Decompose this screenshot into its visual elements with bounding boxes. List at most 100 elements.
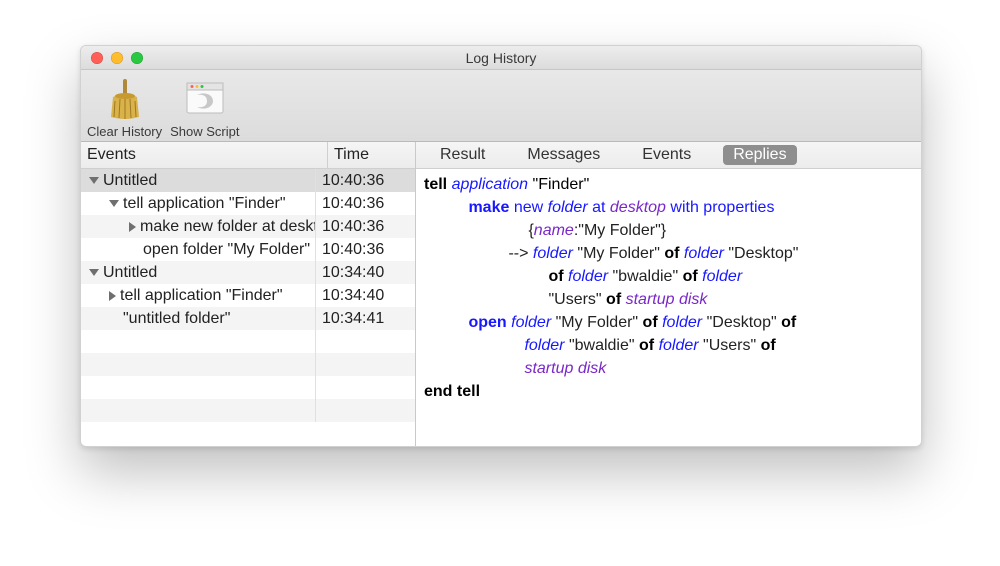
table-row[interactable]: Untitled 10:40:36 xyxy=(81,169,415,192)
row-time: 10:40:36 xyxy=(316,169,415,192)
class-folder-7: folder xyxy=(662,314,702,331)
row-time xyxy=(316,376,415,399)
detail-pane: Result Messages Events Replies tell appl… xyxy=(416,142,921,446)
cmd-make: make xyxy=(468,199,509,216)
class-folder-3: folder xyxy=(684,245,724,262)
kw-of-3: of xyxy=(683,268,698,285)
row-label: open folder "My Folder" xyxy=(143,238,310,261)
str-myfolder-2: "My Folder" xyxy=(556,314,643,331)
table-row[interactable] xyxy=(81,353,415,376)
show-script-label: Show Script xyxy=(170,124,239,139)
class-folder-2: folder xyxy=(533,245,573,262)
kw-of-8: of xyxy=(761,337,776,354)
prop-desktop: desktop xyxy=(610,199,666,216)
row-time: 10:40:36 xyxy=(316,238,415,261)
table-row[interactable]: Untitled 10:34:40 xyxy=(81,261,415,284)
prop-startup-disk-2: startup disk xyxy=(524,360,606,377)
chevron-right-icon[interactable] xyxy=(129,222,136,232)
class-folder: folder xyxy=(548,199,588,216)
kw-of-6: of xyxy=(781,314,796,331)
detail-tabs: Result Messages Events Replies xyxy=(416,142,921,169)
row-label: Untitled xyxy=(103,261,157,284)
chevron-down-icon[interactable] xyxy=(89,269,99,276)
events-pane: Events Time Untitled10:40:36tell applica… xyxy=(81,142,416,446)
table-row[interactable] xyxy=(81,399,415,422)
kw-end-tell: end tell xyxy=(424,383,480,400)
column-headers: Events Time xyxy=(81,142,415,169)
kw-of-4: of xyxy=(606,291,621,308)
tab-messages[interactable]: Messages xyxy=(517,145,610,165)
class-folder-8: folder xyxy=(524,337,564,354)
colon-myfolder: :"My Folder"} xyxy=(574,222,666,239)
row-label: make new folder at desktop xyxy=(140,215,316,238)
table-row[interactable] xyxy=(81,376,415,399)
str-users: "Users" xyxy=(548,291,606,308)
events-column-header[interactable]: Events xyxy=(81,142,328,168)
zoom-icon[interactable] xyxy=(131,52,143,64)
clear-history-label: Clear History xyxy=(87,124,162,139)
events-tree[interactable]: Untitled10:40:36tell application "Finder… xyxy=(81,169,415,446)
titlebar: Log History xyxy=(81,46,921,70)
tab-result[interactable]: Result xyxy=(430,145,495,165)
window-title: Log History xyxy=(81,50,921,66)
table-row[interactable]: open folder "My Folder" 10:40:36 xyxy=(81,238,415,261)
kw-tell: tell xyxy=(424,176,447,193)
time-column-header[interactable]: Time xyxy=(328,142,415,168)
str-bwaldie: "bwaldie" xyxy=(613,268,683,285)
prop-startup-disk: startup disk xyxy=(626,291,708,308)
table-row[interactable]: make new folder at desktop10:40:36 xyxy=(81,215,415,238)
row-label: tell application "Finder" xyxy=(120,284,283,307)
chevron-right-icon[interactable] xyxy=(109,291,116,301)
row-time: 10:40:36 xyxy=(316,215,415,238)
row-time xyxy=(316,330,415,353)
show-script-button[interactable]: Show Script xyxy=(170,74,239,139)
class-folder-4: folder xyxy=(568,268,608,285)
reply-arrow: --> xyxy=(508,245,532,262)
window-controls xyxy=(81,52,143,64)
appword-at: at xyxy=(592,199,610,216)
row-label: Untitled xyxy=(103,169,157,192)
table-row[interactable] xyxy=(81,330,415,353)
appword-new: new xyxy=(514,199,548,216)
str-finder: "Finder" xyxy=(533,176,590,193)
kw-of-7: of xyxy=(639,337,654,354)
close-icon[interactable] xyxy=(91,52,103,64)
clear-history-button[interactable]: Clear History xyxy=(87,74,162,139)
str-desktop: "Desktop" xyxy=(728,245,798,262)
kw-of-1: of xyxy=(664,245,679,262)
chevron-down-icon[interactable] xyxy=(109,200,119,207)
row-time: 10:34:40 xyxy=(316,284,415,307)
class-folder-6: folder xyxy=(511,314,551,331)
appword-application: application xyxy=(452,176,529,193)
table-row[interactable]: tell application "Finder" 10:40:36 xyxy=(81,192,415,215)
table-row[interactable]: "untitled folder" 10:34:41 xyxy=(81,307,415,330)
row-time: 10:40:36 xyxy=(316,192,415,215)
script-output[interactable]: tell application "Finder" make new folde… xyxy=(416,169,921,446)
script-window-icon xyxy=(180,74,230,124)
log-history-window: Log History Clear History xyxy=(80,45,922,447)
str-desktop-2: "Desktop" xyxy=(707,314,782,331)
class-folder-5: folder xyxy=(702,268,742,285)
row-time: 10:34:41 xyxy=(316,307,415,330)
cmd-open: open xyxy=(468,314,506,331)
chevron-down-icon[interactable] xyxy=(89,177,99,184)
table-row[interactable]: tell application "Finder" 10:34:40 xyxy=(81,284,415,307)
row-time xyxy=(316,353,415,376)
prop-name: name xyxy=(534,222,574,239)
class-folder-9: folder xyxy=(659,337,699,354)
toolbar: Clear History Show Script xyxy=(81,70,921,142)
str-bwaldie-2: "bwaldie" xyxy=(569,337,639,354)
row-time xyxy=(316,399,415,422)
kw-of-5: of xyxy=(643,314,658,331)
row-label: tell application "Finder" xyxy=(123,192,286,215)
str-users-2: "Users" xyxy=(703,337,761,354)
row-time: 10:34:40 xyxy=(316,261,415,284)
content-split: Events Time Untitled10:40:36tell applica… xyxy=(81,142,921,446)
str-myfolder: "My Folder" xyxy=(577,245,664,262)
tab-events[interactable]: Events xyxy=(632,145,701,165)
broom-icon xyxy=(100,74,150,124)
kw-of-2: of xyxy=(548,268,563,285)
tab-replies[interactable]: Replies xyxy=(723,145,796,165)
row-label: "untitled folder" xyxy=(123,307,230,330)
minimize-icon[interactable] xyxy=(111,52,123,64)
